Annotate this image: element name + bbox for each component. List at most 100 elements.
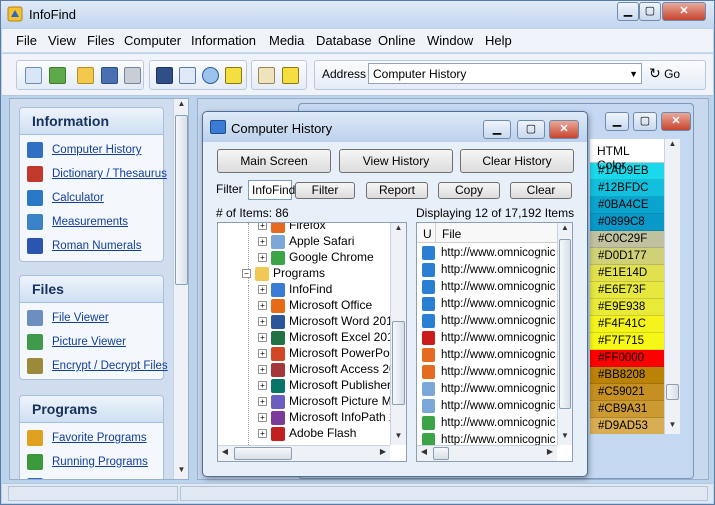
sidebar-item-favorite-programs[interactable]: Favorite Programs: [20, 426, 163, 450]
scroll-up-icon[interactable]: ▲: [558, 223, 572, 237]
scroll-down-icon[interactable]: ▼: [174, 465, 188, 479]
column-u[interactable]: U: [423, 227, 432, 241]
sidebar-item-computer-history[interactable]: Computer History: [20, 138, 163, 162]
color-list-scrollbar[interactable]: ▲ ▼: [664, 139, 680, 434]
expand-icon[interactable]: +: [258, 285, 267, 295]
menu-view[interactable]: View: [48, 33, 76, 48]
color-row[interactable]: #0899C8: [590, 214, 664, 231]
clear-button[interactable]: Clear: [510, 182, 572, 199]
sidebar-item-dictionary-thesaurus[interactable]: Dictionary / Thesaurus: [20, 162, 167, 186]
bg-close-button[interactable]: ✕: [661, 112, 691, 131]
file-row[interactable]: http://www.omnicognic: [417, 262, 557, 279]
menu-help[interactable]: Help: [485, 33, 512, 48]
question-icon[interactable]: [282, 67, 299, 84]
file-row[interactable]: http://www.omnicognic: [417, 245, 557, 262]
html-color-header[interactable]: HTML Color: [590, 139, 664, 172]
color-row[interactable]: #D0D177: [590, 248, 664, 265]
menu-computer[interactable]: Computer: [124, 33, 181, 48]
color-row[interactable]: #F7F715: [590, 333, 664, 350]
tree-node[interactable]: + Microsoft InfoPath 2: [258, 409, 396, 425]
file-row[interactable]: http://www.omnicognic: [417, 347, 557, 364]
menu-information[interactable]: Information: [191, 33, 256, 48]
menu-files[interactable]: Files: [87, 33, 114, 48]
tree-node[interactable]: − Programs: [242, 265, 325, 281]
color-row[interactable]: #F4F41C: [590, 316, 664, 333]
dialog-close-button[interactable]: ✕: [549, 120, 579, 139]
scroll-thumb[interactable]: [433, 447, 449, 460]
menu-media[interactable]: Media: [269, 33, 304, 48]
tree-scrollbar[interactable]: ▲ ▼: [390, 223, 406, 445]
expand-icon[interactable]: +: [258, 397, 267, 407]
expand-icon[interactable]: +: [258, 429, 267, 439]
bg-maximize-button[interactable]: ▢: [633, 112, 657, 131]
file-row[interactable]: http://www.omnicognic: [417, 313, 557, 330]
maximize-button[interactable]: ▢: [639, 2, 661, 21]
file-row[interactable]: http://www.omnicognic: [417, 398, 557, 415]
bg-minimize-button[interactable]: ▁: [605, 112, 629, 131]
print-icon[interactable]: [124, 67, 141, 84]
tree-node[interactable]: + Google Chrome: [258, 249, 374, 265]
scroll-up-icon[interactable]: ▲: [665, 139, 680, 153]
help-icon[interactable]: [225, 67, 242, 84]
file-row[interactable]: http://www.omnicognic: [417, 279, 557, 296]
scroll-down-icon[interactable]: ▼: [665, 420, 680, 434]
color-row[interactable]: #E9E938: [590, 299, 664, 316]
scroll-left-icon[interactable]: ◀: [417, 447, 431, 461]
file-row[interactable]: http://www.omnicognic: [417, 364, 557, 381]
save-icon[interactable]: [101, 67, 118, 84]
color-row[interactable]: #BB8208: [590, 367, 664, 384]
minimize-button[interactable]: ▁: [617, 2, 639, 21]
menu-window[interactable]: Window: [427, 33, 473, 48]
collapse-icon[interactable]: −: [242, 269, 251, 279]
menu-file[interactable]: File: [16, 33, 37, 48]
copy-button[interactable]: Copy: [438, 182, 500, 199]
sidebar-scrollbar[interactable]: ▲ ▼: [173, 99, 188, 479]
scroll-thumb[interactable]: [175, 115, 188, 285]
dialog-maximize-button[interactable]: ▢: [517, 120, 545, 139]
view-history-button[interactable]: View History: [339, 149, 453, 173]
file-row[interactable]: http://www.omnicognic: [417, 296, 557, 313]
filter-button[interactable]: Filter: [295, 182, 355, 199]
clear-history-button[interactable]: Clear History: [460, 149, 574, 173]
scroll-up-icon[interactable]: ▲: [391, 223, 406, 237]
tree-node[interactable]: + Microsoft Excel 201: [258, 329, 394, 345]
color-row[interactable]: #E6E73F: [590, 282, 664, 299]
tree-node[interactable]: + Microsoft Word 201: [258, 313, 393, 329]
sidebar-item-startup-programs[interactable]: Startup Programs: [20, 474, 163, 479]
scroll-right-icon[interactable]: ▶: [543, 447, 557, 461]
open-folder-icon[interactable]: [77, 67, 94, 84]
scroll-thumb[interactable]: [234, 447, 292, 460]
expand-icon[interactable]: +: [258, 381, 267, 391]
expand-icon[interactable]: +: [258, 333, 267, 343]
file-row[interactable]: http://www.omnicognic: [417, 330, 557, 347]
sidebar-item-roman-numerals[interactable]: Roman Numerals: [20, 234, 163, 258]
tree-hscrollbar[interactable]: ◀ ▶: [218, 445, 390, 461]
scroll-thumb[interactable]: [559, 239, 571, 409]
tree-node[interactable]: + Firefox: [258, 223, 326, 233]
expand-icon[interactable]: +: [258, 365, 267, 375]
file-list-hscrollbar[interactable]: ◀ ▶: [417, 445, 557, 461]
color-row[interactable]: #CB9A31: [590, 401, 664, 418]
main-screen-button[interactable]: Main Screen: [217, 149, 331, 173]
scroll-thumb[interactable]: [666, 384, 679, 400]
panel-icon[interactable]: [156, 67, 173, 84]
tree-node[interactable]: + Adobe Flash: [258, 425, 356, 441]
color-row[interactable]: #FF0000: [590, 350, 664, 367]
scroll-thumb[interactable]: [392, 321, 405, 405]
file-list-scrollbar[interactable]: ▲ ▼: [557, 223, 572, 445]
report-button[interactable]: Report: [366, 182, 428, 199]
filter-input[interactable]: InfoFind: [248, 180, 295, 200]
scroll-down-icon[interactable]: ▼: [391, 431, 406, 445]
chevron-down-icon[interactable]: ▼: [629, 69, 638, 79]
tree-node[interactable]: + Microsoft Access 20: [258, 361, 396, 377]
sidebar-item-picture-viewer[interactable]: Picture Viewer: [20, 330, 163, 354]
address-combobox[interactable]: Computer History ▼: [368, 63, 642, 84]
expand-icon[interactable]: +: [258, 223, 267, 231]
scroll-left-icon[interactable]: ◀: [218, 447, 232, 461]
dialog-minimize-button[interactable]: ▁: [483, 120, 511, 139]
sidebar-item-file-viewer[interactable]: File Viewer: [20, 306, 163, 330]
search-icon[interactable]: [202, 67, 219, 84]
sidebar-item-running-programs[interactable]: Running Programs: [20, 450, 163, 474]
history-tree[interactable]: + Firefox + Apple Safari + Google Chrome − Prog…: [217, 222, 407, 462]
copy-icon[interactable]: [179, 67, 196, 84]
